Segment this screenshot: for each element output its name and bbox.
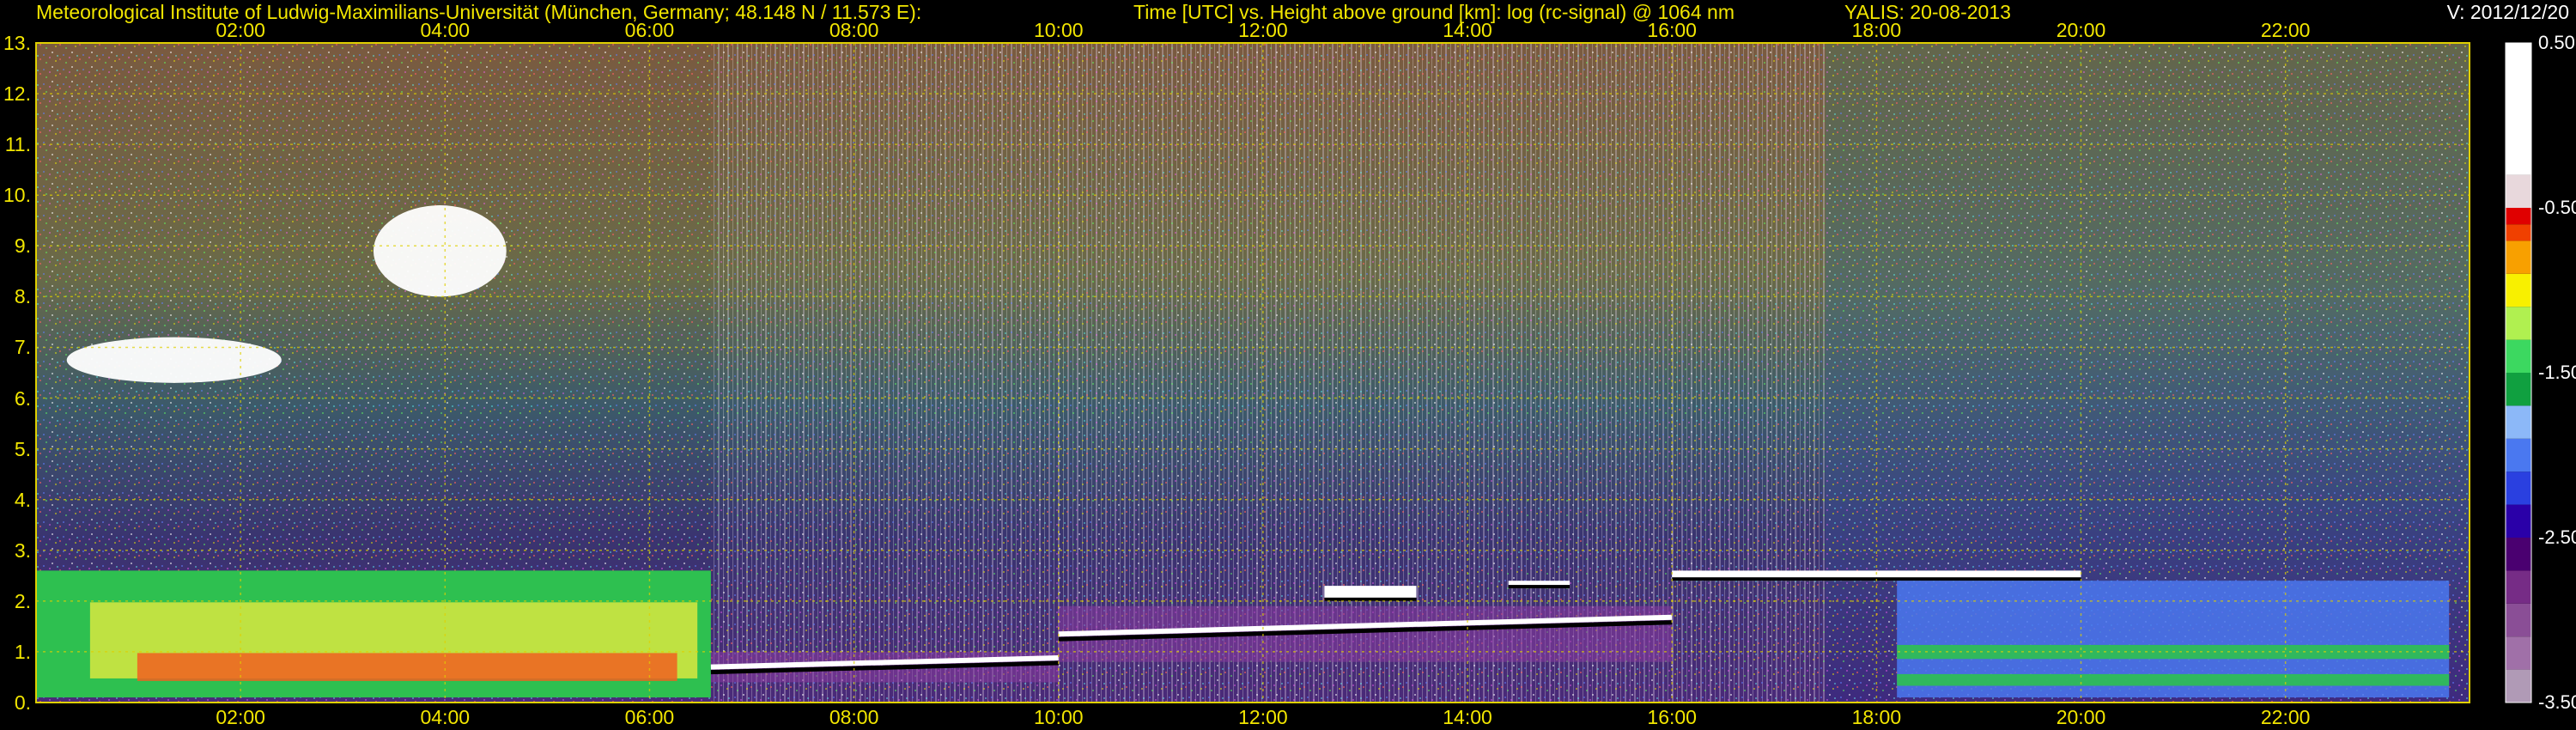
y-tick-label: 0. xyxy=(14,691,31,714)
y-tick-label: 10. xyxy=(3,184,31,207)
colorbar-step-9 xyxy=(2506,373,2531,406)
x-tick-label-top: 16:00 xyxy=(1647,19,1697,41)
colorbar-step-13 xyxy=(2506,240,2531,274)
feature-cloud-2 xyxy=(373,205,507,297)
y-tick-label: 7. xyxy=(14,336,31,359)
feature-residual_layer-band2-8 xyxy=(1897,673,2450,686)
x-tick-label-top: 10:00 xyxy=(1033,19,1084,41)
colorbar-tick-label: -3.50 xyxy=(2538,691,2576,713)
y-tick-label: 5. xyxy=(14,437,31,460)
x-tick-label-top: 18:00 xyxy=(1851,19,1902,41)
colorbar-step-14 xyxy=(2506,224,2531,241)
x-tick-label-bottom: 12:00 xyxy=(1238,706,1288,728)
colorbar-step-10 xyxy=(2506,339,2531,373)
colorbar-step-0 xyxy=(2506,669,2531,703)
colorbar-tick-label: -0.50 xyxy=(2538,197,2576,218)
lidar-quicklook: Meteorological Institute of Ludwig-Maxim… xyxy=(0,0,2576,730)
x-tick-label-bottom: 18:00 xyxy=(1851,706,1902,728)
version-label: V: 2012/12/20 xyxy=(2446,1,2569,23)
x-tick-label-bottom: 04:00 xyxy=(420,706,471,728)
x-tick-label-bottom: 16:00 xyxy=(1647,706,1697,728)
y-tick-label: 9. xyxy=(14,234,31,258)
y-tick-label: 6. xyxy=(14,386,31,410)
y-tick-label: 8. xyxy=(14,285,31,308)
colorbar-tick-label: -1.50 xyxy=(2538,362,2576,383)
y-tick-label: 4. xyxy=(14,488,31,511)
colorbar xyxy=(2505,42,2532,703)
x-tick-label-bottom: 02:00 xyxy=(216,706,265,728)
feature-cloud_layer-shadow-6 xyxy=(1508,585,1571,589)
colorbar-step-12 xyxy=(2506,273,2531,307)
x-tick-label-top: 02:00 xyxy=(216,19,265,41)
plot-content xyxy=(36,43,2470,703)
colorbar-step-5 xyxy=(2506,504,2531,538)
x-tick-label-top: 12:00 xyxy=(1238,19,1288,41)
y-tick-label: 13. xyxy=(3,32,31,54)
colorbar-step-4 xyxy=(2506,538,2531,571)
lidar-plot xyxy=(35,42,2532,703)
x-tick-label-bottom: 10:00 xyxy=(1033,706,1084,728)
colorbar-step-2 xyxy=(2506,603,2531,637)
colorbar-step-7 xyxy=(2506,438,2531,472)
x-tick-label-top: 22:00 xyxy=(2260,19,2311,41)
colorbar-step-8 xyxy=(2506,405,2531,439)
x-tick-label-top: 08:00 xyxy=(829,19,879,41)
x-tick-label-top: 06:00 xyxy=(624,19,675,41)
x-tick-label-bottom: 06:00 xyxy=(624,706,675,728)
colorbar-tick-label: -2.50 xyxy=(2538,526,2576,548)
colorbar-step-3 xyxy=(2506,570,2531,604)
y-tick-label: 11. xyxy=(4,133,31,156)
x-tick-label-bottom: 08:00 xyxy=(829,706,879,728)
x-tick-label-top: 20:00 xyxy=(2056,19,2106,41)
feature-boundary_layer_aerosol-base-0 xyxy=(137,653,677,681)
x-tick-label-bottom: 22:00 xyxy=(2260,706,2311,728)
colorbar-step-1 xyxy=(2506,636,2531,670)
colorbar-step-17 xyxy=(2506,43,2531,175)
feature-cloud-1 xyxy=(66,337,282,383)
colorbar-step-15 xyxy=(2506,208,2531,225)
colorbar-step-11 xyxy=(2506,307,2531,340)
y-tick-label: 1. xyxy=(14,640,31,663)
colorbar-tick-label: 0.50 xyxy=(2538,32,2575,53)
x-tick-label-bottom: 20:00 xyxy=(2056,706,2106,728)
colorbar-step-16 xyxy=(2506,174,2531,208)
x-tick-label-bottom: 14:00 xyxy=(1443,706,1492,728)
y-tick-label: 2. xyxy=(14,589,31,612)
y-tick-label: 3. xyxy=(14,538,31,562)
x-tick-label-top: 14:00 xyxy=(1443,19,1492,41)
colorbar-step-6 xyxy=(2506,471,2531,505)
y-tick-label: 12. xyxy=(3,82,31,106)
x-tick-label-top: 04:00 xyxy=(420,19,471,41)
